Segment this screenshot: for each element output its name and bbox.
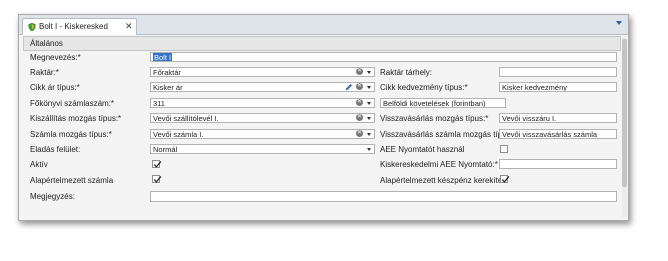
cikk-kedvezmeny-tipus-input[interactable]: Kisker kedvezmény [499, 82, 617, 92]
fokonyvi-szamlaszam-select[interactable]: 311 [150, 98, 375, 108]
kiszallitas-mozgas-tipus-value: Vevői szállítólevél I. [153, 114, 219, 123]
chevron-down-icon[interactable] [367, 148, 371, 151]
alapertelmezett-szamla-checkbox[interactable] [152, 175, 162, 183]
chevron-down-icon[interactable] [367, 117, 371, 120]
clear-icon[interactable]: ✕ [356, 114, 363, 121]
kiskereskedelmi-aee-nyomtato-input[interactable] [499, 159, 617, 169]
cikk-ar-tipus-select[interactable]: Kisker ár [150, 82, 375, 92]
aktiv-label: Aktív [30, 160, 48, 169]
tab-label: Bolt I - Kiskeresked [39, 22, 108, 31]
fokonyvi-szamlaszam-description: Belföldi követelések (forintban) [380, 98, 506, 108]
raktar-tarhely-label: Raktár tárhely: [380, 68, 433, 77]
scrollbar-thumb[interactable] [622, 39, 627, 187]
close-icon[interactable]: ✕ [125, 21, 133, 31]
clear-icon[interactable]: ✕ [356, 68, 363, 75]
tab-bar: Bolt I - Kiskeresked ✕ [19, 15, 628, 35]
cikk-ar-tipus-label: Cikk ár típus:* [30, 83, 80, 92]
checkmark-icon [153, 161, 162, 168]
alapertelmezett-keszpenz-kerekites-checkbox[interactable] [500, 175, 510, 183]
visszavasarlas-mozgas-tipus-input[interactable]: Vevői visszáru I. [499, 113, 617, 123]
group-header-altalanos[interactable]: Általános [23, 36, 621, 51]
cikk-ar-tipus-value: Kisker ár [153, 83, 183, 92]
eladas-felulet-select[interactable]: Normál [150, 144, 375, 154]
alapertelmezett-keszpenz-kerekites-label: Alapértelmezett készpénz kerekítés [380, 176, 507, 185]
szamla-mozgas-tipus-label: Számla mozgás típus:* [30, 130, 112, 139]
main-window: Bolt I - Kiskeresked ✕ Általános Megneve… [18, 14, 629, 221]
kiskereskedelmi-aee-nyomtato-label: Kiskereskedelmi AEE Nyomtató:* [380, 160, 498, 169]
clear-icon[interactable]: ✕ [356, 83, 363, 90]
kiszallitas-mozgas-tipus-label: Kiszállítás mozgás típus:* [30, 114, 122, 123]
chevron-down-icon[interactable] [367, 86, 371, 89]
raktar-select[interactable]: Főraktár [150, 67, 375, 77]
shield-icon [28, 23, 36, 31]
chevron-down-icon[interactable] [367, 133, 371, 136]
fokonyvi-szamlaszam-value: 311 [153, 99, 165, 108]
megjegyzes-textarea[interactable] [150, 191, 617, 202]
clear-icon[interactable]: ✕ [356, 130, 363, 137]
pencil-icon[interactable] [345, 83, 353, 91]
tab-bolt-kiskeresked[interactable]: Bolt I - Kiskeresked ✕ [22, 18, 137, 35]
megjegyzes-label: Megjegyzés: [30, 192, 75, 201]
alapertelmezett-szamla-label: Alapértelmezett számla [30, 176, 114, 185]
aktiv-checkbox[interactable] [152, 160, 162, 168]
visszavasarlas-szamla-mozgas-tipus-input[interactable]: Vevői visszavásárlás számla [499, 129, 617, 139]
chevron-down-icon[interactable] [367, 71, 371, 74]
aee-nyomtatot-hasznal-checkbox[interactable] [500, 145, 508, 153]
group-title: Általános [30, 39, 63, 48]
megnevezes-label: Megnevezés:* [30, 53, 81, 62]
megnevezes-input[interactable]: Bolt I [150, 52, 617, 62]
eladas-felulet-label: Eladás felület: [30, 145, 81, 154]
szamla-mozgas-tipus-select[interactable]: Vevői számla I. [150, 129, 375, 139]
chevron-down-icon[interactable] [367, 102, 371, 105]
raktar-label: Raktár:* [30, 68, 59, 77]
fokonyvi-szamlaszam-label: Főkönyvi számlaszám:* [30, 99, 115, 108]
clear-icon[interactable]: ✕ [356, 99, 363, 106]
visszavasarlas-szamla-mozgas-tipus-label: Visszavásárlás számla mozgás típus:* [380, 130, 516, 139]
szamla-mozgas-tipus-value: Vevői számla I. [153, 130, 204, 139]
cikk-kedvezmeny-tipus-label: Cikk kedvezmény típus:* [380, 83, 468, 92]
visszavasarlas-mozgas-tipus-label: Visszavásárlás mozgás típus:* [380, 114, 489, 123]
eladas-felulet-value: Normál [153, 145, 178, 154]
aee-nyomtatot-hasznal-label: AEE Nyomtatót használ [380, 145, 465, 154]
raktar-tarhely-input[interactable] [499, 67, 617, 77]
kiszallitas-mozgas-tipus-select[interactable]: Vevői szállítólevél I. [150, 113, 375, 123]
chevron-down-icon[interactable] [616, 21, 622, 25]
raktar-value: Főraktár [153, 68, 181, 77]
megnevezes-value: Bolt I [153, 53, 173, 62]
checkmark-icon [153, 176, 162, 183]
checkmark-icon [501, 176, 510, 183]
